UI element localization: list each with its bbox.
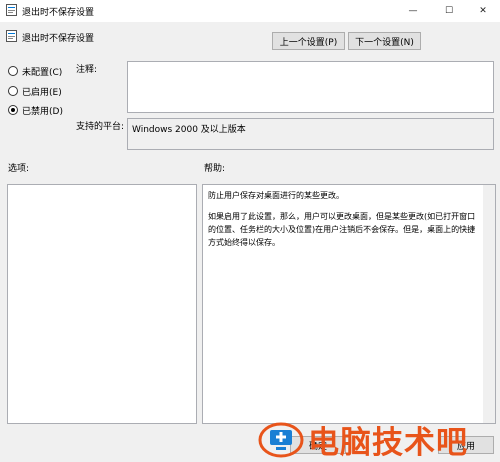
radio-dot bbox=[11, 108, 15, 112]
close-button[interactable]: ✕ bbox=[466, 0, 500, 22]
radio-circle[interactable] bbox=[8, 66, 18, 76]
radio-disabled[interactable]: 已禁用(D) bbox=[8, 103, 63, 117]
help-scrollbar[interactable] bbox=[483, 185, 495, 423]
radio-circle-selected[interactable] bbox=[8, 105, 18, 115]
help-paragraph: 防止用户保存对桌面进行的某些更改。 bbox=[208, 191, 344, 200]
radio-label: 已启用(E) bbox=[22, 87, 62, 98]
minimize-button[interactable]: — bbox=[396, 0, 430, 22]
options-section-label: 选项: bbox=[8, 164, 30, 174]
supported-platform-field: Windows 2000 及以上版本 bbox=[127, 118, 494, 150]
watermark-text: 电脑技术吧 bbox=[308, 424, 468, 461]
previous-setting-button[interactable]: 上一个设置(P) bbox=[272, 32, 345, 50]
radio-label: 未配置(C) bbox=[22, 67, 63, 78]
setting-title: 退出时不保存设置 bbox=[22, 34, 95, 44]
help-paragraph: 如果启用了此设置，那么，用户可以更改桌面，但是某些更改(如已打开窗口的位置、任务… bbox=[208, 212, 476, 247]
radio-not-configured[interactable]: 未配置(C) bbox=[8, 64, 62, 78]
watermark: 电脑技术吧 bbox=[258, 418, 500, 461]
computer-logo-icon bbox=[258, 422, 304, 458]
radio-circle[interactable] bbox=[8, 86, 18, 96]
maximize-button[interactable]: ☐ bbox=[432, 0, 466, 22]
comment-textarea[interactable] bbox=[127, 61, 494, 113]
help-section-label: 帮助: bbox=[204, 164, 226, 174]
radio-label: 已禁用(D) bbox=[22, 106, 63, 117]
options-panel[interactable] bbox=[7, 184, 197, 424]
policy-document-icon bbox=[6, 4, 17, 16]
comment-label: 注释: bbox=[76, 65, 98, 75]
radio-enabled[interactable]: 已启用(E) bbox=[8, 84, 62, 98]
setting-icon bbox=[6, 30, 17, 42]
help-panel[interactable]: 防止用户保存对桌面进行的某些更改。 如果启用了此设置，那么，用户可以更改桌面，但… bbox=[202, 184, 496, 424]
next-setting-button[interactable]: 下一个设置(N) bbox=[348, 32, 421, 50]
window-title: 退出时不保存设置 bbox=[22, 8, 95, 18]
supported-platform-label: 支持的平台: bbox=[76, 122, 125, 132]
